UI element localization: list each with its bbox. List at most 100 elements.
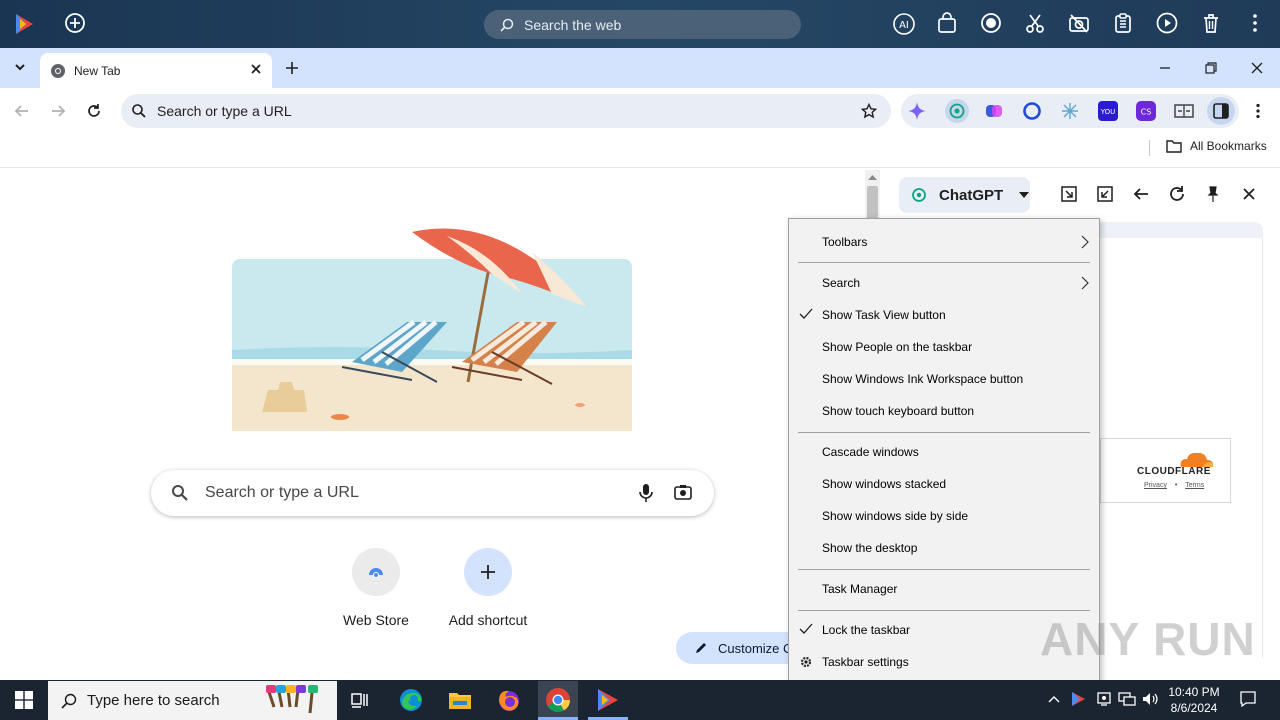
menu-item-cascade-windows[interactable]: Cascade windows — [789, 437, 1099, 467]
menu-item-label: Show Task View button — [822, 308, 946, 322]
search-icon — [131, 103, 147, 119]
cs-extension-icon[interactable]: CS — [1136, 101, 1156, 121]
gemini-sparkle-icon[interactable] — [907, 101, 927, 121]
menu-item-label: Show touch keyboard button — [822, 404, 975, 418]
all-bookmarks-button[interactable]: All Bookmarks — [1166, 139, 1267, 153]
menu-item-show-touch-keyboard[interactable]: Show touch keyboard button — [789, 396, 1099, 426]
circle-extension-icon[interactable] — [1022, 101, 1042, 121]
record-icon[interactable] — [980, 12, 1004, 36]
copilot-icon[interactable] — [984, 101, 1004, 121]
tray-device-icon[interactable] — [1096, 691, 1112, 707]
side-panel-app-selector[interactable]: ChatGPT — [899, 177, 1030, 213]
pinned-app-icon[interactable] — [593, 686, 621, 714]
web-search-label: Search the web — [524, 16, 622, 33]
bookmarks-divider — [1149, 140, 1150, 156]
search-icon — [171, 484, 189, 502]
chatgpt-logo-icon — [911, 187, 927, 203]
taskbar-clock[interactable]: 10:40 PM 8/6/2024 — [1166, 684, 1222, 716]
play-icon[interactable] — [1156, 12, 1180, 36]
web-search-bar[interactable]: Search the web — [484, 10, 801, 39]
tab-search-chevron-icon[interactable] — [12, 62, 28, 74]
menu-item-windows-side-by-side[interactable]: Show windows side by side — [789, 501, 1099, 531]
menu-separator — [798, 432, 1090, 433]
ntp-search-box[interactable]: Search or type a URL — [151, 470, 714, 516]
lens-camera-icon[interactable] — [674, 484, 692, 500]
more-vert-icon[interactable] — [1244, 12, 1268, 36]
refresh-icon[interactable] — [1168, 185, 1186, 203]
browser-menu-icon[interactable] — [1250, 103, 1266, 119]
new-tab-plus-icon[interactable] — [284, 60, 300, 76]
minimize-icon[interactable] — [1158, 61, 1172, 75]
folder-icon — [1166, 139, 1182, 153]
menu-item-show-ink-workspace[interactable]: Show Windows Ink Workspace button — [789, 364, 1099, 394]
tray-app-icon[interactable] — [1070, 691, 1086, 707]
close-tab-icon[interactable] — [250, 63, 262, 75]
show-hidden-icons-chevron-icon[interactable] — [1048, 694, 1060, 704]
chrome-icon[interactable] — [544, 686, 572, 714]
file-explorer-icon[interactable] — [446, 686, 474, 714]
forward-icon[interactable] — [50, 103, 66, 119]
expand-icon[interactable] — [1096, 185, 1114, 203]
submenu-arrow-icon — [1081, 276, 1089, 290]
task-view-icon[interactable] — [350, 690, 370, 710]
customize-label: Customize C — [718, 640, 793, 656]
chrome-favicon-icon — [50, 63, 66, 79]
all-bookmarks-label: All Bookmarks — [1190, 139, 1267, 153]
clipboard-icon[interactable] — [1112, 12, 1136, 36]
restore-icon[interactable] — [1204, 61, 1218, 75]
scroll-thumb[interactable] — [867, 186, 878, 222]
beach-doodle-image[interactable] — [232, 222, 632, 432]
split-view-icon[interactable] — [1174, 101, 1194, 121]
menu-item-toolbars[interactable]: Toolbars — [789, 227, 1099, 257]
menu-item-label: Lock the taskbar — [822, 623, 911, 637]
menu-separator — [798, 262, 1090, 263]
ai-icon[interactable]: AI — [892, 12, 916, 36]
windows-start-icon[interactable] — [15, 691, 33, 709]
menu-item-task-manager[interactable]: Task Manager — [789, 574, 1099, 604]
firefox-icon[interactable] — [495, 686, 523, 714]
cloudflare-terms-link[interactable]: Terms — [1185, 482, 1204, 489]
svg-text:AI: AI — [899, 20, 909, 31]
voice-search-icon[interactable] — [638, 483, 654, 503]
edge-icon[interactable] — [397, 686, 425, 714]
taskbar-search-box[interactable]: Type here to search — [48, 681, 337, 720]
menu-item-show-task-view[interactable]: Show Task View button — [789, 300, 1099, 330]
tab-title: New Tab — [74, 63, 121, 78]
address-bar[interactable]: Search or type a URL — [121, 94, 891, 128]
camera-off-icon[interactable] — [1068, 12, 1092, 36]
bookmarks-bar — [0, 132, 1280, 168]
chatgpt-extension-icon[interactable] — [945, 99, 969, 123]
cloudflare-privacy-link[interactable]: Privacy — [1144, 482, 1167, 489]
notification-center-icon[interactable] — [1239, 690, 1257, 708]
menu-item-label: Cascade windows — [822, 445, 919, 459]
shortcut-add[interactable]: Add shortcut — [438, 548, 538, 628]
shortcut-web-store[interactable]: Web Store — [326, 548, 426, 628]
app-logo-icon[interactable] — [12, 12, 36, 36]
back-arrow-icon[interactable] — [1132, 185, 1150, 203]
close-window-icon[interactable] — [1250, 61, 1264, 75]
tab-new-tab[interactable]: New Tab — [40, 53, 272, 88]
back-icon[interactable] — [14, 103, 30, 119]
side-panel-toggle-icon[interactable] — [1207, 97, 1235, 125]
bookmark-star-icon[interactable] — [861, 103, 877, 119]
reload-icon[interactable] — [86, 103, 102, 119]
menu-item-show-people[interactable]: Show People on the taskbar — [789, 332, 1099, 362]
network-extension-icon[interactable] — [1060, 101, 1080, 121]
menu-item-windows-stacked[interactable]: Show windows stacked — [789, 469, 1099, 499]
volume-icon[interactable] — [1142, 691, 1160, 707]
trash-icon[interactable] — [1200, 12, 1224, 36]
open-in-tab-icon[interactable] — [1060, 185, 1078, 203]
selected-app-label: ChatGPT — [939, 186, 1004, 204]
scissors-icon[interactable] — [1024, 12, 1048, 36]
network-icon[interactable] — [1118, 691, 1136, 707]
ntp-search-placeholder: Search or type a URL — [205, 484, 359, 501]
close-panel-icon[interactable] — [1240, 185, 1258, 203]
side-panel-card-top — [1090, 222, 1263, 238]
add-circle-icon[interactable] — [64, 12, 88, 36]
menu-item-search[interactable]: Search — [789, 268, 1099, 298]
you-extension-icon[interactable]: YOU — [1098, 101, 1118, 121]
scroll-up-arrow-icon[interactable] — [868, 174, 877, 180]
pin-icon[interactable] — [1204, 185, 1222, 203]
shopping-bag-icon[interactable] — [936, 12, 960, 36]
menu-item-show-desktop[interactable]: Show the desktop — [789, 533, 1099, 563]
